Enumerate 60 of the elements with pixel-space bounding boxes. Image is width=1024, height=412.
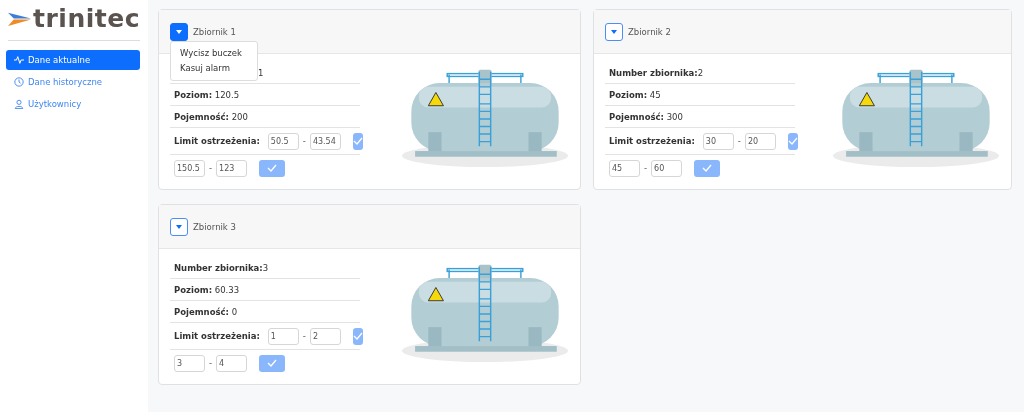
- card-title: Zbiornik 1: [193, 26, 236, 37]
- check-icon: [352, 332, 363, 340]
- input-field[interactable]: 1: [267, 327, 299, 345]
- info-text: Poziom: 45: [609, 89, 661, 100]
- input-field[interactable]: 60: [651, 159, 683, 177]
- input-field[interactable]: 2: [309, 327, 341, 345]
- pulse-icon: [14, 55, 24, 65]
- confirm-button[interactable]: [352, 327, 363, 345]
- check-icon: [267, 164, 278, 172]
- sidebar-item[interactable]: Użytkownicy: [6, 94, 140, 114]
- range-separator: -: [302, 136, 306, 146]
- confirm-button[interactable]: [259, 354, 286, 372]
- range-separator: -: [644, 163, 648, 173]
- info-text: 1: [258, 67, 264, 78]
- sidebar-item[interactable]: Dane historyczne: [6, 72, 140, 92]
- menu-item[interactable]: Kasuj alarm: [171, 61, 257, 76]
- input-field[interactable]: 123: [216, 159, 248, 177]
- caret-icon: [176, 224, 182, 229]
- clock-icon: [14, 77, 24, 87]
- dropdown-button[interactable]: [170, 217, 188, 236]
- input-field[interactable]: 50.5: [267, 132, 299, 150]
- range-separator: -: [209, 358, 213, 368]
- dropdown-button[interactable]: [170, 22, 188, 41]
- range-separator: -: [209, 163, 213, 173]
- input-field[interactable]: 45: [609, 159, 640, 177]
- range-separator: -: [302, 331, 306, 341]
- check-icon: [787, 137, 798, 145]
- input-field[interactable]: 30: [702, 132, 734, 150]
- info-text: Poziom: 120.5: [174, 89, 240, 100]
- limit-label: Limit ostrzeżenia:: [174, 331, 260, 341]
- caret-icon: [176, 29, 182, 34]
- confirm-button[interactable]: [787, 132, 798, 150]
- info-text: Poziom: 60.33: [174, 284, 240, 295]
- info-text: Pojemność: 300: [609, 111, 683, 122]
- check-icon: [352, 137, 363, 145]
- check-icon: [267, 359, 278, 367]
- user-icon: [14, 99, 24, 109]
- info-text: Pojemność: 200: [174, 111, 248, 122]
- info-text: Number zbiornika:3: [174, 262, 269, 273]
- dropdown-button[interactable]: [605, 22, 623, 41]
- input-field[interactable]: 3: [174, 354, 205, 372]
- input-field[interactable]: 20: [744, 132, 776, 150]
- card-title: Zbiornik 3: [193, 221, 236, 232]
- caret-icon: [611, 29, 617, 34]
- logo-text: trinitec: [33, 6, 140, 32]
- confirm-button[interactable]: [352, 132, 363, 150]
- input-field[interactable]: 43.54: [309, 132, 341, 150]
- sidebar-item[interactable]: Dane aktualne: [6, 50, 140, 70]
- check-icon: [702, 164, 713, 172]
- limit-label: Limit ostrzeżenia:: [174, 136, 260, 146]
- info-text: Number zbiornika:2: [609, 67, 704, 78]
- menu-item[interactable]: Wycisz buczek: [171, 46, 257, 61]
- confirm-button[interactable]: [259, 159, 286, 177]
- input-field[interactable]: 4: [216, 354, 248, 372]
- info-text: Pojemność: 0: [174, 306, 238, 317]
- limit-label: Limit ostrzeżenia:: [609, 136, 695, 146]
- range-separator: -: [737, 136, 741, 146]
- card-title: Zbiornik 2: [628, 26, 671, 37]
- input-field[interactable]: 150.5: [174, 159, 205, 177]
- confirm-button[interactable]: [694, 159, 721, 177]
